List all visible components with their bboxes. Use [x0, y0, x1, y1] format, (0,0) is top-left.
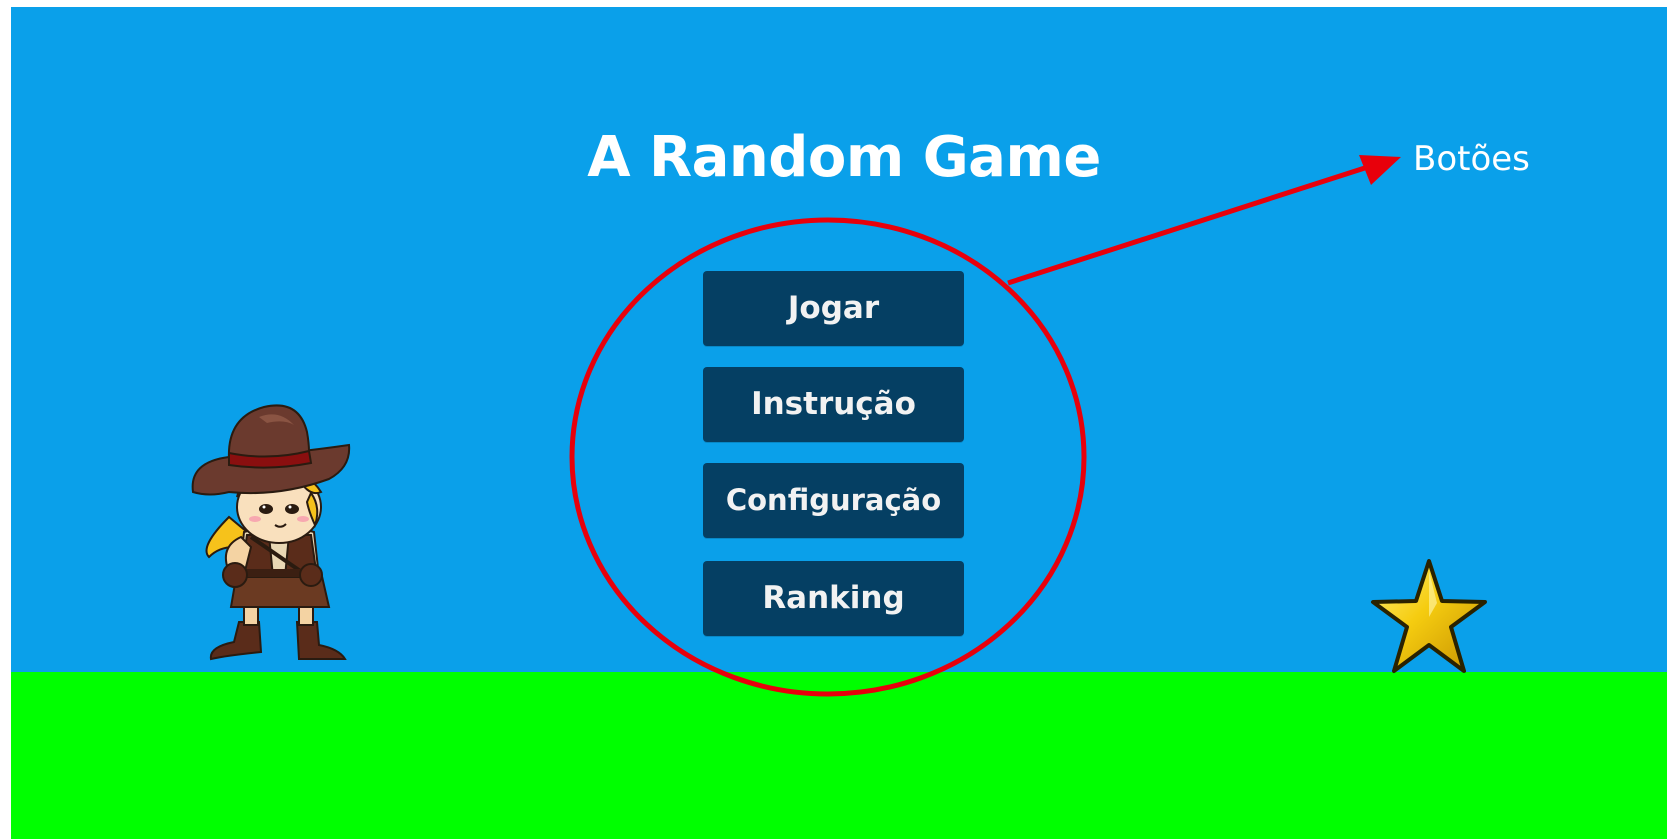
game-screen: A Random Game Jogar Instrução Configuraç… — [11, 7, 1667, 839]
instructions-button[interactable]: Instrução — [703, 367, 964, 442]
gold-star-icon — [1371, 559, 1487, 673]
settings-button[interactable]: Configuração — [703, 463, 964, 538]
ranking-button[interactable]: Ranking — [703, 561, 964, 636]
cowgirl-character — [191, 404, 351, 661]
annotation-label: Botões — [1413, 139, 1530, 179]
grass-ground — [11, 672, 1667, 839]
play-button[interactable]: Jogar — [703, 271, 964, 346]
